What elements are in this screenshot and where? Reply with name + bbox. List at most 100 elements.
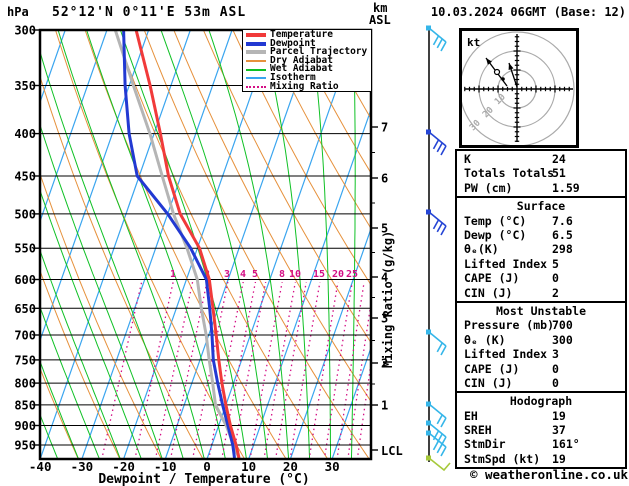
wind-barb-feather — [436, 38, 443, 49]
hodograph-marker-filled — [501, 77, 505, 81]
isotherm-line — [40, 30, 191, 459]
wind-barb — [428, 457, 451, 472]
index-row: CAPE (J) 0 — [457, 362, 625, 376]
wind-barb — [428, 27, 447, 43]
pressure-tick-label: 950 — [14, 439, 36, 453]
km-tick-label: 7 — [381, 121, 388, 135]
mixing-ratio-label: 1 — [170, 269, 176, 280]
wind-barb-column — [426, 25, 451, 472]
pressure-tick-label: 450 — [14, 170, 36, 184]
mixing-ratio-label: 25 — [346, 269, 358, 280]
hodograph-unit-label: kt — [467, 36, 480, 49]
indices-section-top: K 24 Totals Totals 51 PW (cm) 1.59 — [455, 149, 627, 199]
mixing-ratio-label: 3 — [224, 269, 230, 280]
pressure-tick-label: 500 — [14, 207, 36, 221]
index-label: θₑ(K) — [464, 242, 499, 257]
index-row: PW (cm) 1.59 — [457, 181, 625, 195]
wind-barb-feather — [440, 345, 447, 356]
pressure-tick-label: 700 — [14, 329, 36, 343]
hodograph-vector-arrowhead — [508, 63, 514, 70]
hodograph-panel: 10 20 30 kt — [459, 28, 579, 148]
wind-barb-feather — [440, 417, 447, 428]
dry-adiabat-line — [143, 30, 370, 459]
indices-section-most-unstable: Most Unstable Pressure (mb) 700 θₑ (K) 300 Li… — [455, 300, 627, 394]
wind-barb — [428, 403, 447, 419]
index-value: 1.59 — [552, 180, 580, 195]
wind-barb — [428, 331, 447, 347]
pressure-tick-label: 350 — [14, 79, 36, 93]
skewt-sounding-page: hPa 52°12'N 0°11'E 53m ASL km ASL 10.03.… — [0, 0, 629, 486]
index-label: PW (cm) — [464, 180, 513, 195]
section-header: Surface — [516, 199, 566, 214]
hodograph-chart: 102030 kt — [462, 31, 575, 145]
index-row: Dewp (°C) 6.5 — [457, 228, 625, 242]
index-value: 0 — [552, 271, 559, 286]
km-tick-label: 1 — [381, 399, 388, 413]
wind-barb-feather — [436, 222, 443, 233]
index-value: 19 — [552, 408, 566, 423]
wind-barb-feather — [432, 440, 440, 451]
index-label: Dewp (°C) — [464, 227, 527, 242]
isotherm-line — [289, 226, 371, 459]
indices-section-hodograph: Hodograph EH 19 SREH 37 StmDir 161° StmSpd (kt)… — [455, 391, 627, 470]
mixing-ratio-line — [308, 282, 339, 459]
index-row: θₑ (K) 300 — [457, 333, 625, 347]
legend: Temperature Dewpoint Parcel Trajectory Dry … — [242, 29, 372, 92]
index-row: CIN (J) 2 — [457, 286, 625, 300]
wind-barb-feather — [440, 41, 447, 52]
pressure-tick-label: 650 — [14, 302, 36, 316]
pressure-tick-label: 800 — [14, 377, 36, 391]
index-row: EH 19 — [457, 409, 625, 423]
mixing-ratio-line — [249, 282, 283, 459]
index-label: StmSpd (kt) — [464, 451, 541, 466]
wet-adiabat-line — [260, 30, 311, 459]
index-value: 7.6 — [552, 213, 573, 228]
hodograph-marker-open — [493, 68, 501, 76]
dry-adiabat-line — [40, 74, 204, 459]
mixing-ratio-axis-label: Mixing Ratio (g/kg) — [381, 231, 395, 368]
mixing-ratio-label: 10 — [289, 269, 301, 280]
index-value: 6.5 — [552, 227, 573, 242]
index-value: 5 — [552, 256, 559, 271]
index-label: Lifted Index — [464, 256, 548, 271]
legend-swatch-isotherm — [246, 77, 266, 80]
index-value: 51 — [552, 166, 566, 181]
index-row: StmSpd (kt) 19 — [457, 452, 625, 466]
wet-adiabat-line — [310, 30, 331, 459]
index-value: 37 — [552, 423, 566, 438]
index-label: CIN (J) — [464, 285, 513, 300]
index-label: CAPE (J) — [464, 361, 520, 376]
legend-swatch-mixing_ratio — [246, 85, 266, 88]
legend-swatch-dewpoint — [246, 41, 266, 46]
mixing-ratio-label: 5 — [252, 269, 258, 280]
index-value: 300 — [552, 332, 573, 347]
index-row: θₑ(K) 298 — [457, 242, 625, 256]
index-row: Pressure (mb) 700 — [457, 318, 625, 332]
index-value: 298 — [552, 242, 573, 257]
wind-barb-feather — [436, 342, 443, 353]
index-label: CIN (J) — [464, 375, 513, 390]
legend-swatch-parcel — [246, 50, 266, 55]
index-label: θₑ (K) — [464, 332, 506, 347]
wind-barb-feather — [440, 446, 447, 457]
lcl-label: LCL — [381, 444, 403, 458]
pressure-tick-label: 900 — [14, 419, 36, 433]
index-row: CIN (J) 0 — [457, 376, 625, 390]
section-header: Most Unstable — [495, 303, 586, 318]
index-row: Lifted Index 5 — [457, 257, 625, 271]
wind-barb-feather — [432, 139, 440, 150]
index-label: Pressure (mb) — [464, 318, 555, 333]
index-value: 161° — [552, 437, 580, 452]
temp-tick-label: -40 — [29, 459, 52, 474]
index-label: CAPE (J) — [464, 271, 520, 286]
wind-barb-feather — [440, 145, 447, 156]
mixing-ratio-label: 8 — [279, 269, 285, 280]
index-value: 2 — [552, 285, 559, 300]
index-label: StmDir — [464, 437, 506, 452]
index-row: StmDir 161° — [457, 437, 625, 451]
index-value: 700 — [552, 318, 573, 333]
index-label: Temp (°C) — [464, 213, 527, 228]
mixing-ratio-line — [289, 282, 321, 459]
wind-barb-feather — [436, 414, 443, 425]
index-label: Totals Totals — [464, 166, 555, 181]
